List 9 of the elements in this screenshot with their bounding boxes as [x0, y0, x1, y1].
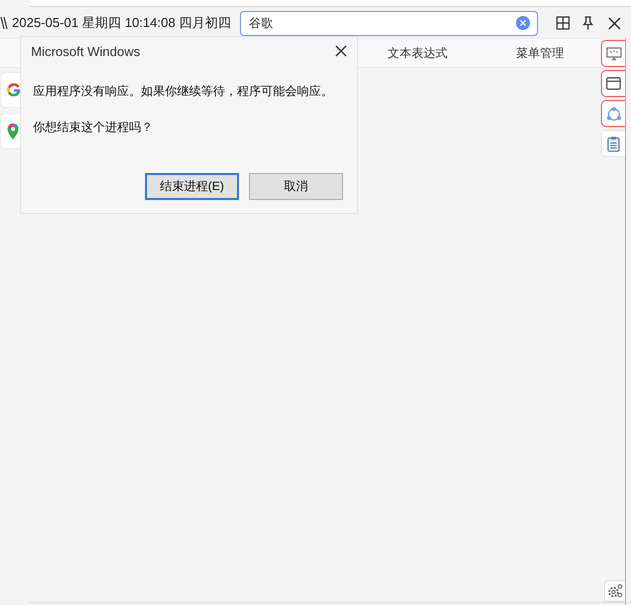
search-field[interactable]: 谷歌 [240, 10, 538, 36]
dialog-question: 你想结束这个进程吗？ [33, 119, 154, 136]
cancel-button[interactable]: 取消 [249, 173, 343, 200]
date-time-text: 2025-05-01 星期四 10:14:08 四月初四 [12, 14, 232, 32]
tab[interactable]: 文本表达式 [356, 44, 478, 62]
dialog-title: Microsoft Windows [31, 44, 142, 58]
end-process-button[interactable]: 结束进程(E) [145, 173, 239, 200]
dialog-message: 应用程序没有响应。如果你继续等待，程序可能会响应。 [33, 83, 334, 100]
tab[interactable]: 菜单管理 [478, 44, 601, 62]
